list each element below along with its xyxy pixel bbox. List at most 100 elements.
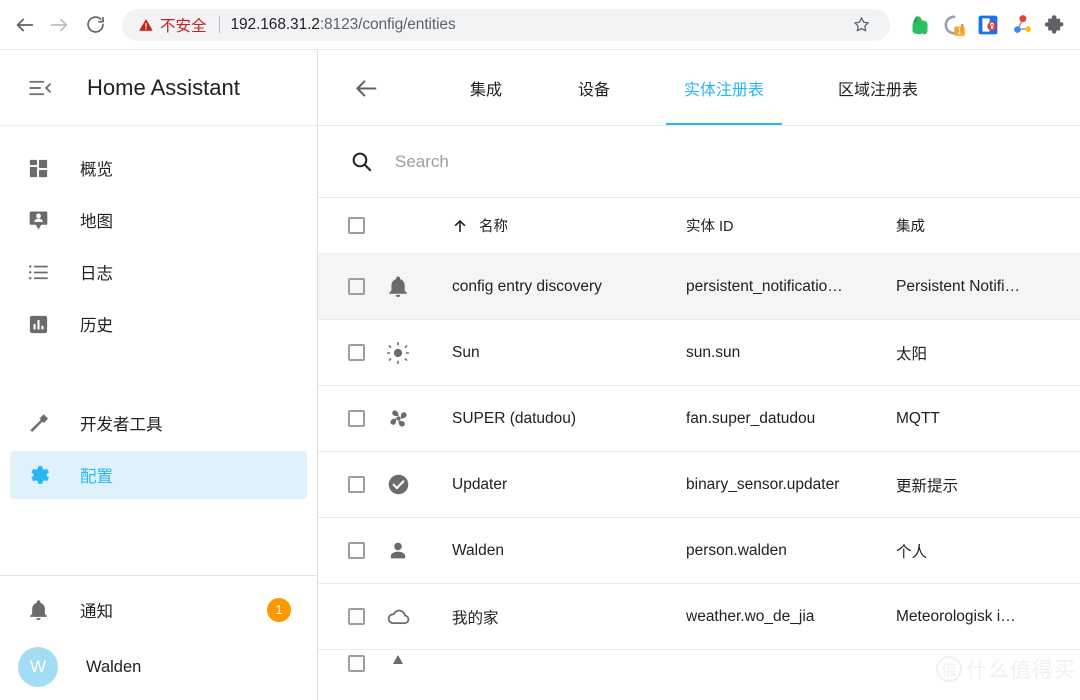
security-warning[interactable]: 不安全	[138, 14, 207, 36]
sidebar-item-label: 地图	[80, 213, 113, 231]
browser-reload-button[interactable]	[78, 8, 112, 42]
sidebar-item-notifications[interactable]: 通知 1	[10, 586, 307, 634]
password-manager-extension-icon[interactable]	[976, 13, 1000, 37]
cog-icon	[24, 461, 52, 489]
row-entity-id: weather.wo_de_jia	[686, 607, 815, 625]
bookmark-star-icon[interactable]	[846, 10, 876, 40]
sidebar-item-label: 通知	[80, 603, 113, 621]
home-assistant-app: Home Assistant 概览 地图 日志 历史 开发者工具 配置 通知 1…	[0, 50, 1080, 700]
tab-area-registry[interactable]: 区域注册表	[820, 50, 936, 126]
checkbox-icon	[347, 278, 365, 295]
browser-back-button[interactable]	[8, 8, 42, 42]
avatar: W	[18, 647, 58, 687]
column-header-entity-id[interactable]: 实体 ID	[686, 215, 896, 236]
row-integration: MQTT	[896, 409, 940, 427]
table-row[interactable]	[318, 650, 1080, 676]
sync-pending-extension-icon[interactable]: 1	[942, 13, 966, 37]
tab-bar: 集成 设备 实体注册表 区域注册表	[318, 50, 1080, 126]
sidebar-footer: 通知 1 W Walden	[0, 565, 317, 700]
table-row[interactable]: config entry discovery persistent_notifi…	[318, 254, 1080, 320]
sidebar-item-configuration[interactable]: 配置	[10, 451, 307, 499]
extensions-puzzle-icon[interactable]	[1044, 13, 1068, 37]
tab-integrations[interactable]: 集成	[452, 50, 520, 126]
back-arrow-button[interactable]	[342, 64, 390, 112]
browser-forward-button[interactable]	[42, 8, 76, 42]
omnibox-separator	[218, 16, 220, 33]
checkbox-icon	[347, 217, 365, 234]
row-checkbox[interactable]	[318, 542, 386, 559]
sidebar-header: Home Assistant	[0, 50, 317, 126]
row-checkbox[interactable]	[318, 476, 386, 493]
row-integration: 更新提示	[896, 477, 959, 495]
hammer-wrench-icon	[24, 409, 52, 437]
partial-row-icon	[386, 651, 452, 675]
address-bar[interactable]: 不安全 192.168.31.2:8123/config/entities	[122, 8, 890, 41]
row-checkbox[interactable]	[318, 344, 386, 361]
menu-collapse-icon[interactable]	[18, 66, 62, 110]
row-integration: Persistent Notifi…	[896, 277, 1021, 295]
table-row[interactable]: Sun sun.sun 太阳	[318, 320, 1080, 386]
extension-icons: 1	[908, 13, 1068, 37]
bell-icon	[386, 275, 452, 299]
row-checkbox[interactable]	[318, 608, 386, 625]
row-name: SUPER (datudou)	[452, 409, 577, 427]
tab-bar-underline	[318, 125, 1080, 126]
sidebar-item-label: 开发者工具	[80, 416, 163, 434]
url-path: :8123/config/entities	[319, 15, 456, 33]
select-all-checkbox[interactable]	[318, 217, 386, 234]
sidebar-item-overview[interactable]: 概览	[10, 144, 307, 192]
search-bar	[318, 126, 1080, 198]
row-integration: 太阳	[896, 345, 928, 363]
sidebar-divider	[0, 575, 317, 576]
row-name: Sun	[452, 343, 480, 361]
row-name: Walden	[452, 541, 504, 559]
sidebar-item-label: 历史	[80, 317, 113, 335]
row-entity-id: persistent_notificatio…	[686, 277, 843, 295]
sidebar-item-developer-tools[interactable]: 开发者工具	[10, 399, 307, 447]
browser-toolbar: 不安全 192.168.31.2:8123/config/entities 1	[0, 0, 1080, 50]
search-input[interactable]	[395, 151, 815, 172]
table-row[interactable]: SUPER (datudou) fan.super_datudou MQTT	[318, 386, 1080, 452]
table-row[interactable]: Updater binary_sensor.updater 更新提示	[318, 452, 1080, 518]
table-row[interactable]: 我的家 weather.wo_de_jia Meteorologisk i…	[318, 584, 1080, 650]
format-list-bulleted-icon	[24, 258, 52, 286]
sort-ascending-icon	[452, 218, 468, 234]
evernote-extension-icon[interactable]	[908, 13, 932, 37]
sidebar-nav: 概览 地图 日志 历史 开发者工具 配置	[0, 126, 317, 565]
row-entity-id: sun.sun	[686, 343, 741, 361]
sidebar: Home Assistant 概览 地图 日志 历史 开发者工具 配置 通知 1…	[0, 50, 318, 700]
table-row[interactable]: Walden person.walden 个人	[318, 518, 1080, 584]
account-icon	[386, 539, 452, 563]
row-checkbox[interactable]	[318, 410, 386, 427]
sidebar-item-logbook[interactable]: 日志	[10, 248, 307, 296]
checkbox-icon	[347, 654, 365, 672]
sun-icon	[386, 341, 452, 365]
warning-triangle-icon	[139, 18, 153, 31]
url-text: 192.168.31.2:8123/config/entities	[231, 16, 844, 34]
svg-text:1: 1	[957, 27, 962, 36]
main-content: 集成 设备 实体注册表 区域注册表 Search 名称 实体 ID 集成 con…	[318, 50, 1080, 700]
cloud-icon	[386, 604, 452, 629]
row-checkbox[interactable]	[318, 278, 386, 295]
tab-devices[interactable]: 设备	[560, 50, 628, 126]
fan-icon	[386, 406, 452, 431]
checkbox-icon	[347, 608, 365, 625]
search-icon	[350, 150, 373, 173]
app-title: Home Assistant	[87, 74, 240, 100]
column-header-integration[interactable]: 集成	[896, 215, 1080, 236]
url-host: 192.168.31.2	[230, 15, 320, 33]
map-marker-account-icon	[24, 206, 52, 234]
column-header-name[interactable]: 名称	[452, 215, 686, 236]
tab-entity-registry[interactable]: 实体注册表	[666, 50, 783, 126]
molecule-extension-icon[interactable]	[1010, 13, 1034, 37]
table-header-row: 名称 实体 ID 集成	[318, 198, 1080, 254]
sidebar-item-map[interactable]: 地图	[10, 196, 307, 244]
sidebar-item-history[interactable]: 历史	[10, 300, 307, 348]
row-name: config entry discovery	[452, 277, 602, 295]
entities-table: 名称 实体 ID 集成 config entry discovery persi…	[318, 198, 1080, 700]
sidebar-item-label: 日志	[80, 265, 113, 283]
row-checkbox[interactable]	[318, 654, 386, 672]
bell-icon	[24, 596, 52, 624]
sidebar-item-user[interactable]: W Walden	[10, 638, 307, 696]
